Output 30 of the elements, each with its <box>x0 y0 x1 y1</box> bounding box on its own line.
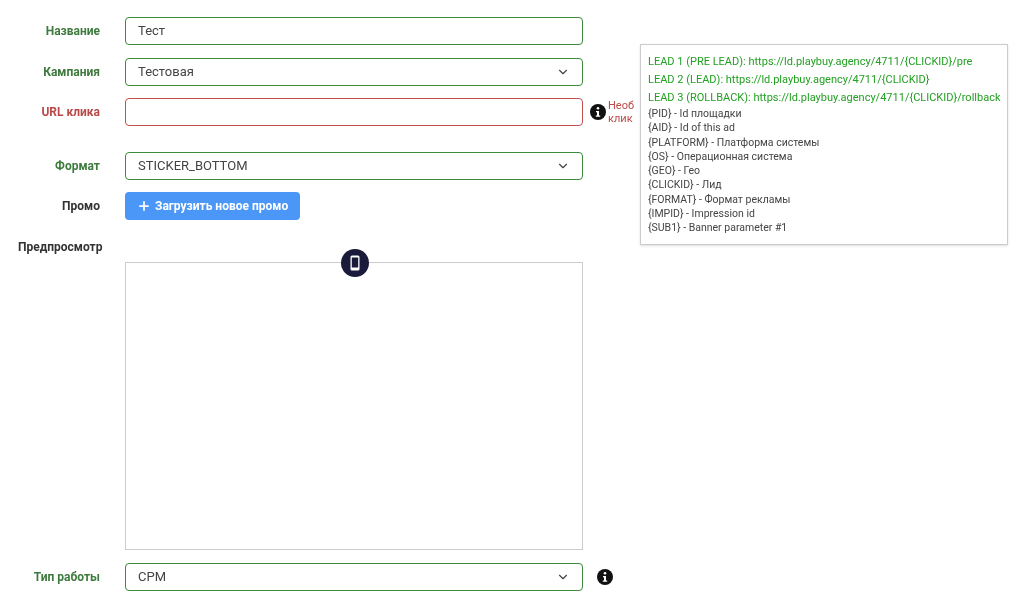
info-icon[interactable] <box>590 104 606 120</box>
select-field[interactable]: Тестовая <box>125 58 583 86</box>
field-label: Тип работы <box>32 569 100 586</box>
phone-icon[interactable] <box>340 248 370 278</box>
input-field[interactable] <box>125 98 583 126</box>
hint-text: Необ <box>608 99 635 112</box>
macro-text: {CLICKID} - Лид <box>648 178 723 193</box>
hint-text: клик <box>608 112 634 125</box>
macro-text: {FORMAT} - Формат рекламы <box>648 192 792 208</box>
select-field[interactable]: STICKER_BOTTOM <box>125 152 583 180</box>
field-label: URL клика <box>40 104 100 121</box>
field-label: Предпросмотр <box>18 239 103 256</box>
macro-text: {AID} - Id of this ad <box>648 121 736 136</box>
macro-text: {OS} - Операционная система <box>648 149 794 165</box>
field-label: Промо <box>61 198 100 215</box>
lead-url-text: LEAD 2 (LEAD): https://ld.playbuy.agency/4711/{CLICKID} <box>648 72 931 88</box>
lead-url-text: LEAD 3 (ROLLBACK): https://ld.playbuy.agency/4711/{CLICKID}/rollback <box>648 90 1001 106</box>
select-field[interactable]: CPM <box>125 563 583 591</box>
field-label: Название <box>44 23 100 40</box>
macro-text: {IMPID} - Impression id <box>648 207 756 222</box>
field-label: Формат <box>54 158 100 175</box>
plus-icon <box>137 199 151 213</box>
macro-text: {PLATFORM} - Платформа системы <box>648 135 821 150</box>
macro-text: {PID} - Id площадки <box>648 107 743 122</box>
input-field[interactable]: Тест <box>125 17 583 45</box>
lead-url-text: LEAD 1 (PRE LEAD): https://ld.playbuy.agency/4711/{CLICKID}/pre <box>648 54 974 70</box>
macro-text: {GEO} - Гео <box>648 164 701 179</box>
field-label: Кампания <box>42 64 100 81</box>
info-icon[interactable] <box>597 569 613 585</box>
macro-text: {SUB1} - Banner parameter #1 <box>648 221 789 236</box>
